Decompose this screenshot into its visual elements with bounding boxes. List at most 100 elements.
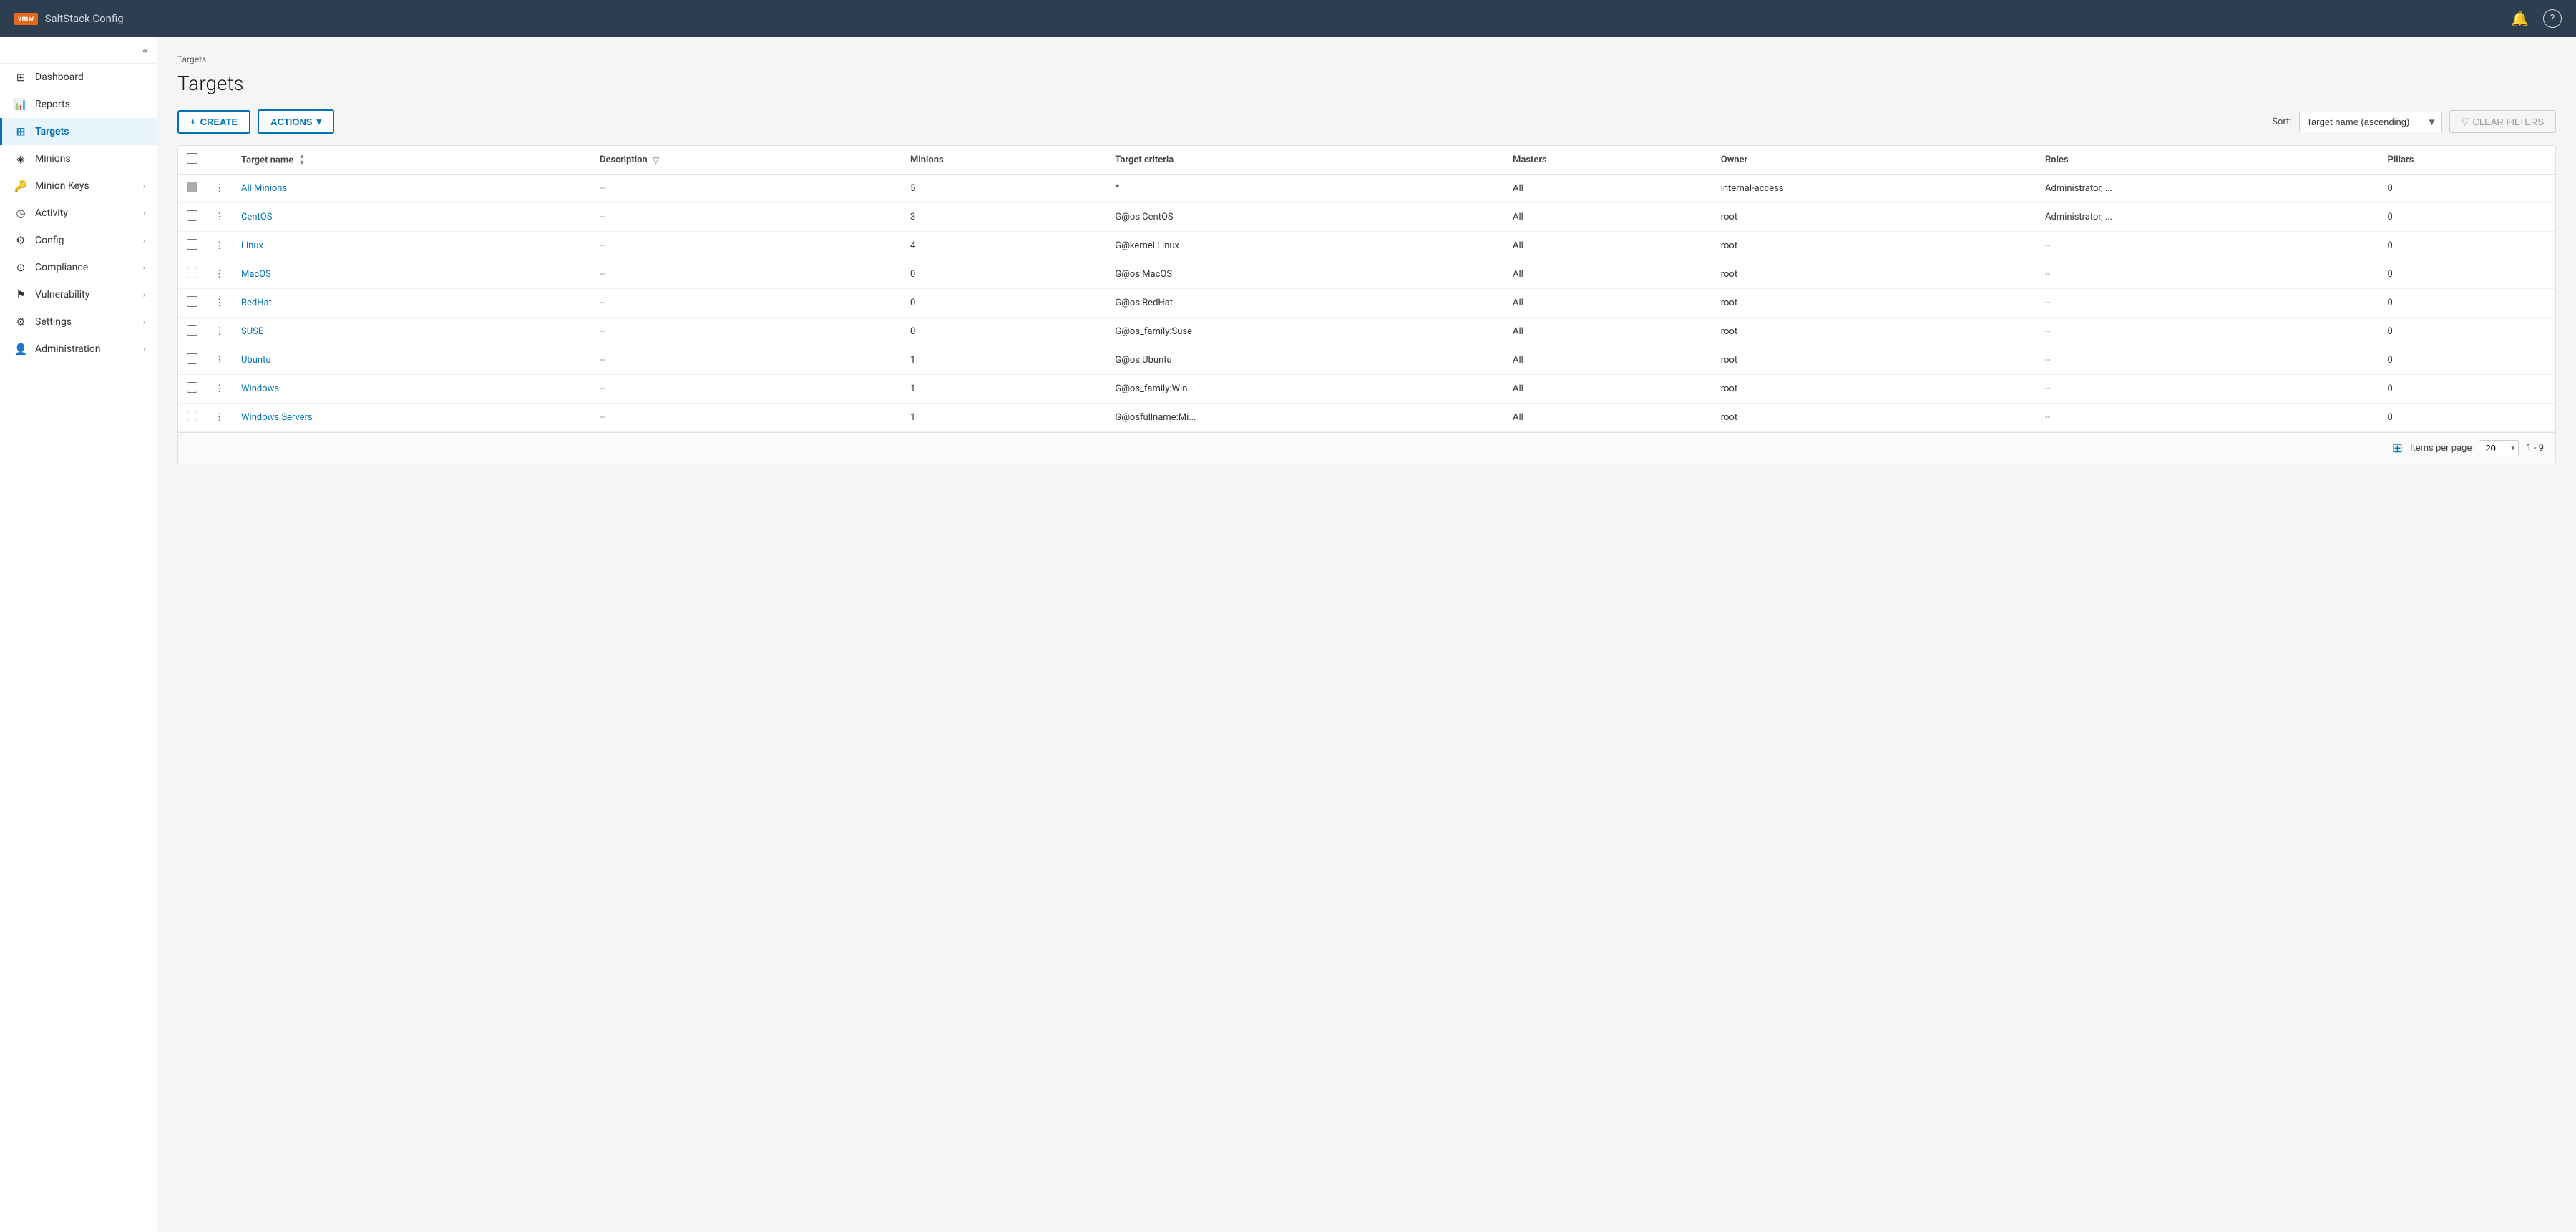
- row-menu[interactable]: ⋮: [206, 232, 233, 260]
- sidebar-item-label: Vulnerability: [35, 289, 89, 300]
- target-link[interactable]: Windows: [241, 383, 279, 394]
- sidebar-item-activity[interactable]: ◷ Activity ›: [0, 200, 157, 227]
- row-masters: All: [1504, 318, 1712, 346]
- header-owner: Owner: [1712, 146, 2036, 175]
- row-menu[interactable]: ⋮: [206, 375, 233, 404]
- row-minions: 4: [902, 232, 1106, 260]
- vmw-logo: vmw: [14, 13, 38, 25]
- row-minions: 1: [902, 404, 1106, 432]
- sidebar-item-targets[interactable]: ⊞ Targets: [0, 118, 157, 145]
- table-footer: ⊞ Items per page 102050100 1 - 9: [178, 432, 2555, 464]
- header-masters: Masters: [1504, 146, 1712, 175]
- row-checkbox-cell: [178, 203, 206, 232]
- select-all-checkbox[interactable]: [187, 153, 197, 164]
- row-target-criteria: G@os:Ubuntu: [1106, 346, 1504, 375]
- clear-filters-label: CLEAR FILTERS: [2473, 117, 2544, 127]
- row-menu[interactable]: ⋮: [206, 260, 233, 289]
- target-link[interactable]: MacOS: [241, 269, 271, 280]
- target-link[interactable]: SUSE: [241, 326, 263, 337]
- table-row: ⋮ CentOS -- 3 G@os:CentOS All root Admin…: [178, 203, 2555, 232]
- table-row: ⋮ SUSE -- 0 G@os_family:Suse All root --…: [178, 318, 2555, 346]
- description-filter-icon[interactable]: ▽: [653, 155, 659, 165]
- row-owner: internal-access: [1712, 175, 2036, 203]
- notifications-icon[interactable]: 🔔: [2511, 10, 2529, 27]
- row-masters: All: [1504, 346, 1712, 375]
- row-pillars: 0: [2379, 375, 2555, 404]
- row-checkbox[interactable]: [187, 296, 197, 307]
- targets-table-wrapper: Target name ▲ ▼ Description ▽ Minions Ta…: [177, 145, 2556, 464]
- chevron-right-icon: ›: [143, 209, 145, 218]
- header-roles: Roles: [2036, 146, 2379, 175]
- row-roles: Administrator, ...: [2036, 203, 2379, 232]
- sidebar-item-minion-keys[interactable]: 🔑 Minion Keys ›: [0, 172, 157, 200]
- items-per-page-select[interactable]: 102050100: [2479, 440, 2519, 456]
- sidebar-item-reports[interactable]: 📊 Reports: [0, 91, 157, 118]
- row-menu[interactable]: ⋮: [206, 318, 233, 346]
- table-row: ⋮ All Minions -- 5 * All internal-access…: [178, 175, 2555, 203]
- sort-label: Sort:: [2272, 117, 2291, 127]
- target-link[interactable]: CentOS: [241, 212, 272, 223]
- sidebar-item-minions[interactable]: ◈ Minions: [0, 145, 157, 172]
- row-checkbox[interactable]: [187, 325, 197, 336]
- row-menu[interactable]: ⋮: [206, 289, 233, 318]
- sidebar-item-label: Compliance: [35, 262, 88, 273]
- row-checkbox-cell: [178, 289, 206, 318]
- chevron-right-icon: ›: [143, 182, 145, 191]
- row-target-name: RedHat: [233, 289, 591, 318]
- row-description: --: [591, 175, 902, 203]
- target-name-sort-icons[interactable]: ▲ ▼: [298, 154, 305, 167]
- target-link[interactable]: All Minions: [241, 183, 287, 194]
- app-title: SaltStack Config: [45, 12, 124, 25]
- header-target-name: Target name ▲ ▼: [233, 146, 591, 175]
- target-link[interactable]: Ubuntu: [241, 355, 271, 366]
- row-checkbox[interactable]: [187, 353, 197, 364]
- row-checkbox[interactable]: [187, 268, 197, 278]
- row-checkbox-indeterminate[interactable]: [187, 182, 197, 192]
- sort-select[interactable]: Target name (ascending)Target name (desc…: [2299, 112, 2442, 132]
- sidebar-item-administration[interactable]: 👤 Administration ›: [0, 336, 157, 363]
- sidebar-item-vulnerability[interactable]: ⚑ Vulnerability ›: [0, 281, 157, 308]
- sidebar-item-compliance[interactable]: ⊙ Compliance ›: [0, 254, 157, 281]
- breadcrumb: Targets: [177, 54, 2556, 64]
- target-link[interactable]: RedHat: [241, 298, 272, 308]
- target-link[interactable]: Windows Servers: [241, 412, 313, 423]
- actions-button[interactable]: ACTIONS ▾: [258, 109, 334, 134]
- items-per-page-label: Items per page: [2410, 443, 2472, 454]
- row-owner: root: [1712, 318, 2036, 346]
- row-description: --: [591, 289, 902, 318]
- sidebar-item-settings[interactable]: ⚙ Settings ›: [0, 308, 157, 336]
- row-checkbox-cell: [178, 175, 206, 203]
- row-checkbox[interactable]: [187, 411, 197, 421]
- row-checkbox[interactable]: [187, 210, 197, 221]
- row-checkbox-cell: [178, 346, 206, 375]
- row-menu[interactable]: ⋮: [206, 346, 233, 375]
- row-minions: 3: [902, 203, 1106, 232]
- table-row: ⋮ Windows Servers -- 1 G@osfullname:Mi..…: [178, 404, 2555, 432]
- clear-filters-button: ▽ CLEAR FILTERS: [2449, 110, 2556, 133]
- target-link[interactable]: Linux: [241, 240, 263, 251]
- row-minions: 0: [902, 289, 1106, 318]
- sidebar-item-config[interactable]: ⚙ Config ›: [0, 227, 157, 254]
- row-menu[interactable]: ⋮: [206, 203, 233, 232]
- row-checkbox-cell: [178, 404, 206, 432]
- create-button[interactable]: + CREATE: [177, 110, 250, 134]
- sidebar: « ⊞ Dashboard 📊 Reports ⊞ Targets ◈ Mini…: [0, 37, 157, 1232]
- layout: « ⊞ Dashboard 📊 Reports ⊞ Targets ◈ Mini…: [0, 37, 2576, 1232]
- help-icon[interactable]: ?: [2543, 9, 2562, 28]
- row-menu[interactable]: ⋮: [206, 404, 233, 432]
- table-body: ⋮ All Minions -- 5 * All internal-access…: [178, 175, 2555, 432]
- row-roles: --: [2036, 289, 2379, 318]
- sort-select-wrapper: Target name (ascending)Target name (desc…: [2299, 112, 2442, 132]
- row-menu[interactable]: ⋮: [206, 175, 233, 203]
- row-roles: --: [2036, 404, 2379, 432]
- sidebar-item-label: Minions: [35, 153, 71, 165]
- row-pillars: 0: [2379, 346, 2555, 375]
- sidebar-item-dashboard[interactable]: ⊞ Dashboard: [0, 64, 157, 91]
- row-checkbox[interactable]: [187, 382, 197, 393]
- row-checkbox[interactable]: [187, 239, 197, 250]
- row-checkbox-cell: [178, 260, 206, 289]
- sidebar-item-label: Dashboard: [35, 72, 84, 83]
- column-toggle-icon[interactable]: ⊞: [2392, 441, 2403, 456]
- sidebar-collapse-button[interactable]: «: [142, 44, 148, 56]
- row-target-criteria: G@os_family:Suse: [1106, 318, 1504, 346]
